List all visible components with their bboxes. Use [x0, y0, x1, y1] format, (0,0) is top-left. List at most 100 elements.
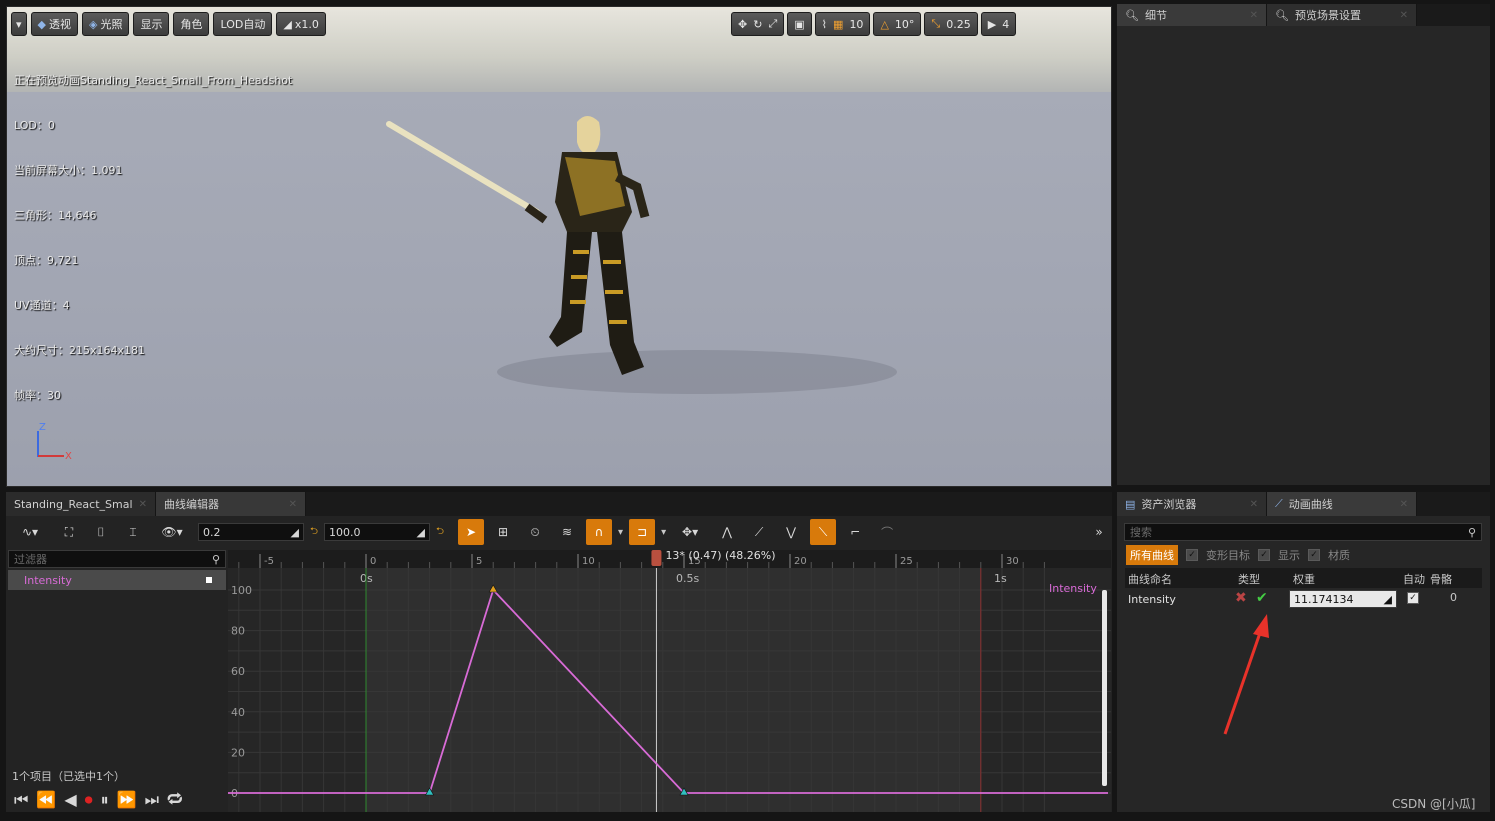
curve-graph-canvas[interactable]: -50510152025300s0.5s1s10080604020013* (0…: [69, 549, 1111, 812]
frame-horizontal-button[interactable]: ⌶: [120, 519, 146, 545]
all-curves-button[interactable]: 所有曲线: [1126, 545, 1178, 565]
x-axis-line: [38, 455, 64, 457]
curve-graph[interactable]: -50510152025300s0.5s1s10080604020013* (0…: [69, 549, 1111, 812]
tab-preview-scene-settings[interactable]: 🔍︎ 预览场景设置 ✕: [1267, 4, 1417, 26]
auto-checkbox[interactable]: ✓: [1407, 592, 1419, 604]
viewport-menu-button[interactable]: ▾: [11, 12, 27, 36]
rotate-icon[interactable]: ↻: [753, 18, 762, 31]
curve-view-mode-button[interactable]: ∿▾: [10, 519, 50, 545]
tab-details[interactable]: 🔍︎ 细节 ✕: [1117, 4, 1267, 26]
perspective-icon: ◆: [37, 17, 46, 31]
col-weight[interactable]: 权重: [1293, 571, 1315, 587]
grid-snap-group[interactable]: ⌇ ▦ 10: [814, 12, 871, 36]
tab-asset-browser[interactable]: ▤ 资产浏览器 ✕: [1117, 492, 1267, 516]
linear-tangent-button[interactable]: ⟍: [810, 519, 837, 545]
lighting-button[interactable]: ◈ 光照: [82, 12, 130, 36]
close-icon[interactable]: ✕: [1250, 10, 1258, 21]
translate-icon[interactable]: ✥: [738, 18, 747, 31]
col-auto[interactable]: 自动: [1403, 571, 1425, 587]
show-button[interactable]: 显示: [133, 12, 170, 36]
spinner-icon: ◢: [416, 525, 426, 539]
col-bone[interactable]: 骨骼: [1430, 571, 1452, 587]
filter-input[interactable]: 过滤器 ⚲: [8, 550, 226, 568]
perspective-button[interactable]: ◆ 透视: [30, 12, 78, 36]
break-tangent-button[interactable]: ⋁: [778, 519, 804, 545]
curves-search-input[interactable]: 搜索 ⚲: [1124, 523, 1482, 541]
coordinate-space-button[interactable]: ▣: [787, 12, 812, 36]
rotate-snap-icon[interactable]: △: [880, 18, 888, 31]
user-tangent-button[interactable]: ⟋: [746, 519, 772, 545]
playhead-handle[interactable]: [651, 550, 662, 566]
value-axis-label: 80: [231, 625, 245, 638]
transform-mode-group[interactable]: ✥ ↻ ⤢: [731, 12, 785, 36]
asset-browser-icon: ▤: [1125, 497, 1136, 511]
constant-tangent-button[interactable]: ⌐: [842, 519, 868, 545]
step-back-icon[interactable]: ⏪: [36, 790, 56, 809]
material-checkbox[interactable]: ✓: [1308, 549, 1320, 561]
time-snap-field[interactable]: 0.2 ◢: [198, 523, 304, 541]
playback-speed-button[interactable]: ◢ x1.0: [276, 12, 326, 36]
axis-snap-button[interactable]: ✥▾: [672, 519, 708, 545]
tab-animation-asset[interactable]: Standing_React_Smal ✕: [6, 492, 156, 516]
surface-snap-icon[interactable]: ⌇: [822, 18, 827, 31]
flatten-tangent-button[interactable]: ⌒: [874, 519, 900, 545]
color-swatch: [206, 577, 212, 583]
curve-wave-icon: ∿▾: [21, 525, 39, 539]
scale-icon[interactable]: ⤢: [768, 17, 777, 31]
snap-value-button[interactable]: ⊐: [629, 519, 656, 545]
step-forward-icon[interactable]: ⏩: [117, 790, 137, 809]
link-icon[interactable]: ⮌: [436, 524, 444, 541]
visibility-button[interactable]: 👁︎▾: [152, 519, 192, 545]
weight-field[interactable]: 11.174134 ◢: [1289, 590, 1397, 608]
vertical-scrollbar[interactable]: [1102, 590, 1107, 786]
close-icon[interactable]: ✕: [139, 499, 147, 510]
col-type[interactable]: 类型: [1238, 571, 1260, 587]
multi-select-tool-button[interactable]: ≋: [554, 519, 580, 545]
character-model: [386, 116, 897, 394]
snap-time-button[interactable]: ∩: [586, 519, 613, 545]
select-tool-button[interactable]: ➤: [458, 519, 485, 545]
material-type-icon[interactable]: ✔: [1256, 590, 1268, 606]
auto-tangent-button[interactable]: ⋀: [714, 519, 740, 545]
stat-line: 三角形：14,646: [14, 209, 97, 222]
morph-type-icon[interactable]: ✖: [1235, 590, 1247, 606]
value-snap-field[interactable]: 100.0 ◢: [324, 523, 431, 541]
pause-icon[interactable]: ⏸: [101, 790, 109, 810]
tree-item-intensity[interactable]: Intensity: [8, 570, 226, 590]
ruler-label: 10: [582, 556, 595, 567]
more-tools-button[interactable]: »: [1086, 519, 1112, 545]
skip-to-end-icon[interactable]: ⏭: [145, 790, 159, 810]
tab-curve-editor[interactable]: 曲线编辑器 ✕: [156, 492, 306, 516]
z-axis-label: Z: [39, 422, 46, 433]
transform-tool-button[interactable]: ⊞: [490, 519, 516, 545]
rotate-snap-group[interactable]: △ 10°: [873, 12, 922, 36]
stat-line: 顶点：9,721: [14, 254, 79, 267]
tab-anim-curves[interactable]: ⟋ 动画曲线 ✕: [1267, 492, 1417, 516]
frame-selection-button[interactable]: ⛶: [56, 519, 82, 545]
scale-snap-icon[interactable]: ⤡: [931, 17, 940, 31]
close-icon[interactable]: ✕: [1400, 10, 1408, 21]
grid-snap-icon[interactable]: ▦: [833, 18, 843, 31]
record-icon[interactable]: ⏺: [85, 790, 93, 810]
close-icon[interactable]: ✕: [1400, 499, 1408, 510]
lod-button[interactable]: LOD自动: [213, 12, 273, 36]
curve-icon: ⟋: [1275, 497, 1283, 510]
retime-tool-button[interactable]: ⏲: [522, 519, 548, 545]
character-button[interactable]: 角色: [173, 12, 210, 36]
play-reverse-icon[interactable]: ◀: [64, 790, 76, 809]
link-icon[interactable]: ⮌: [310, 524, 318, 541]
frame-vertical-button[interactable]: ⌷: [88, 519, 114, 545]
close-icon[interactable]: ✕: [1250, 499, 1258, 510]
show-checkbox[interactable]: ✓: [1258, 549, 1270, 561]
chevron-down-icon[interactable]: ▾: [661, 527, 666, 538]
scale-snap-group[interactable]: ⤡ 0.25: [924, 12, 978, 36]
chevron-down-icon[interactable]: ▾: [618, 527, 623, 538]
camera-speed-button[interactable]: ▶ 4: [980, 12, 1017, 36]
col-name[interactable]: 曲线命名: [1128, 571, 1172, 587]
close-icon[interactable]: ✕: [289, 499, 297, 510]
loop-icon[interactable]: 🔁︎: [167, 788, 183, 811]
preview-viewport[interactable]: ▾ ◆ 透视 ◈ 光照 显示 角色 LOD自动 ◢ x1.0 ✥ ↻ ⤢ ▣ ⌇ ▦ …: [6, 6, 1112, 487]
table-row[interactable]: Intensity ✖ ✔ 11.174134 ◢ ✓ 0: [1125, 589, 1482, 611]
morph-target-checkbox[interactable]: ✓: [1186, 549, 1198, 561]
skip-to-start-icon[interactable]: ⏮: [14, 790, 28, 810]
